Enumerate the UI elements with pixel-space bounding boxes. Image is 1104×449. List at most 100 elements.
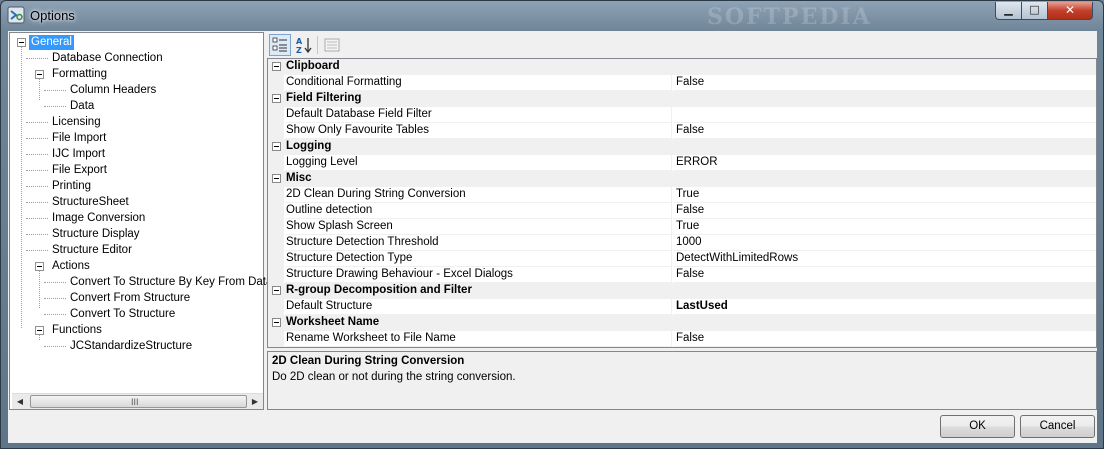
property-name[interactable]: Structure Drawing Behaviour - Excel Dial…	[285, 267, 672, 283]
collapse-icon[interactable]	[272, 318, 281, 327]
property-name[interactable]: 2D Clean During String Conversion	[285, 187, 672, 203]
tree-item-actions[interactable]: Actions	[50, 259, 92, 274]
toolbar-separator	[317, 36, 318, 54]
property-value[interactable]: True	[673, 219, 1096, 235]
property-name[interactable]: Logging Level	[285, 155, 672, 171]
tree-item-convert-to-structure-by-key[interactable]: Convert To Structure By Key From Datab	[68, 275, 281, 290]
property-value[interactable]: DetectWithLimitedRows	[673, 251, 1096, 267]
property-value[interactable]: ERROR	[673, 155, 1096, 171]
collapse-icon[interactable]	[272, 94, 281, 103]
tree-line	[26, 218, 48, 219]
property-grid-toolbar: A Z	[267, 32, 1097, 58]
property-row[interactable]: Rename Worksheet to File Name False	[268, 331, 1096, 347]
tree-item-jcstandardizestructure[interactable]: JCStandardizeStructure	[68, 339, 194, 354]
tree-item-structuresheet[interactable]: StructureSheet	[50, 195, 131, 210]
category-row[interactable]: Logging	[268, 139, 1096, 155]
property-name[interactable]: Structure Detection Threshold	[285, 235, 672, 251]
property-row[interactable]: Default Structure LastUsed	[268, 299, 1096, 315]
property-row[interactable]: Logging Level ERROR	[268, 155, 1096, 171]
collapse-icon[interactable]	[35, 326, 44, 335]
category-row[interactable]: Clipboard	[268, 59, 1096, 75]
collapse-icon[interactable]	[272, 62, 281, 71]
tree-item-database-connection[interactable]: Database Connection	[50, 51, 165, 66]
tree-item-licensing[interactable]: Licensing	[50, 115, 103, 130]
property-name[interactable]: Rename Worksheet to File Name	[285, 331, 672, 347]
collapse-icon[interactable]	[272, 174, 281, 183]
property-row[interactable]: Conditional Formatting False	[268, 75, 1096, 91]
tree-item-convert-to-structure[interactable]: Convert To Structure	[68, 307, 177, 322]
tree-item-general[interactable]: General	[29, 35, 74, 50]
title-bar[interactable]: Options SOFTPEDIA ▁ □ ✕	[1, 1, 1103, 31]
row-margin	[268, 299, 284, 315]
property-row[interactable]: 2D Clean During String Conversion True	[268, 187, 1096, 203]
property-row[interactable]: Structure Detection Type DetectWithLimit…	[268, 251, 1096, 267]
collapse-icon[interactable]	[17, 38, 26, 47]
tree-item-structure-editor[interactable]: Structure Editor	[50, 243, 134, 258]
property-row[interactable]: Structure Detection Threshold 1000	[268, 235, 1096, 251]
tree-item-file-import[interactable]: File Import	[50, 131, 108, 146]
ok-button[interactable]: OK	[940, 415, 1015, 438]
property-grid[interactable]: Clipboard Conditional Formatting False F…	[267, 58, 1097, 348]
category-label: Worksheet Name	[286, 316, 380, 328]
scroll-left-icon[interactable]: ◀	[12, 394, 28, 410]
property-name[interactable]: Show Splash Screen	[285, 219, 672, 235]
property-name[interactable]: Default Database Field Filter	[285, 107, 672, 123]
tree-item-image-conversion[interactable]: Image Conversion	[50, 211, 147, 226]
scroll-right-icon[interactable]: ▶	[247, 394, 263, 410]
property-row[interactable]: Structure Drawing Behaviour - Excel Dial…	[268, 267, 1096, 283]
tree-line	[26, 58, 48, 59]
row-margin	[268, 235, 284, 251]
tree-line	[44, 314, 66, 315]
description-title: 2D Clean During String Conversion	[272, 355, 465, 367]
collapse-icon[interactable]	[35, 262, 44, 271]
property-row[interactable]: Show Splash Screen True	[268, 219, 1096, 235]
collapse-icon[interactable]	[272, 286, 281, 295]
property-pages-icon[interactable]	[321, 34, 343, 56]
property-value[interactable]: True	[673, 187, 1096, 203]
tree-item-ijc-import[interactable]: IJC Import	[50, 147, 107, 162]
property-value[interactable]: False	[673, 123, 1096, 139]
property-name[interactable]: Structure Detection Type	[285, 251, 672, 267]
tree-item-convert-from-structure[interactable]: Convert From Structure	[68, 291, 192, 306]
options-tree[interactable]: General Database Connection Formatting C…	[9, 32, 279, 410]
category-row[interactable]: Misc	[268, 171, 1096, 187]
collapse-icon[interactable]	[35, 70, 44, 79]
row-margin	[268, 331, 284, 347]
property-row[interactable]: Outline detection False	[268, 203, 1096, 219]
property-value[interactable]: False	[673, 267, 1096, 283]
category-row[interactable]: Worksheet Name	[268, 315, 1096, 331]
property-name[interactable]: Outline detection	[285, 203, 672, 219]
sort-az-icon[interactable]: A Z	[293, 34, 315, 56]
property-name[interactable]: Show Only Favourite Tables	[285, 123, 672, 139]
category-row[interactable]: R-group Decomposition and Filter	[268, 283, 1096, 299]
property-value[interactable]: LastUsed	[673, 299, 1096, 315]
collapse-icon[interactable]	[272, 142, 281, 151]
tree-item-printing[interactable]: Printing	[50, 179, 93, 194]
tree-line	[26, 186, 48, 187]
property-value[interactable]	[673, 107, 1096, 123]
property-value[interactable]: 1000	[673, 235, 1096, 251]
category-label: Misc	[286, 172, 312, 184]
property-value[interactable]: False	[673, 75, 1096, 91]
tree-item-functions[interactable]: Functions	[50, 323, 104, 338]
tree-item-data[interactable]: Data	[68, 99, 96, 114]
category-row[interactable]: Field Filtering	[268, 91, 1096, 107]
tree-item-structure-display[interactable]: Structure Display	[50, 227, 142, 242]
property-row[interactable]: Show Only Favourite Tables False	[268, 123, 1096, 139]
categorized-icon[interactable]	[269, 34, 291, 56]
property-value[interactable]: False	[673, 331, 1096, 347]
maximize-button[interactable]: □	[1021, 2, 1048, 20]
tree-item-formatting[interactable]: Formatting	[50, 67, 109, 82]
property-value[interactable]: False	[673, 203, 1096, 219]
close-button[interactable]: ✕	[1047, 2, 1093, 20]
minimize-button[interactable]: ▁	[995, 2, 1022, 20]
tree-item-file-export[interactable]: File Export	[50, 163, 109, 178]
tree-horizontal-scrollbar[interactable]: ◀ III ▶	[12, 393, 263, 409]
cancel-button[interactable]: Cancel	[1020, 415, 1095, 438]
tree-item-column-headers[interactable]: Column Headers	[68, 83, 158, 98]
property-name[interactable]: Conditional Formatting	[285, 75, 672, 91]
scroll-thumb[interactable]: III	[30, 395, 247, 408]
category-label: Logging	[286, 140, 332, 152]
property-row[interactable]: Default Database Field Filter	[268, 107, 1096, 123]
property-name[interactable]: Default Structure	[285, 299, 672, 315]
